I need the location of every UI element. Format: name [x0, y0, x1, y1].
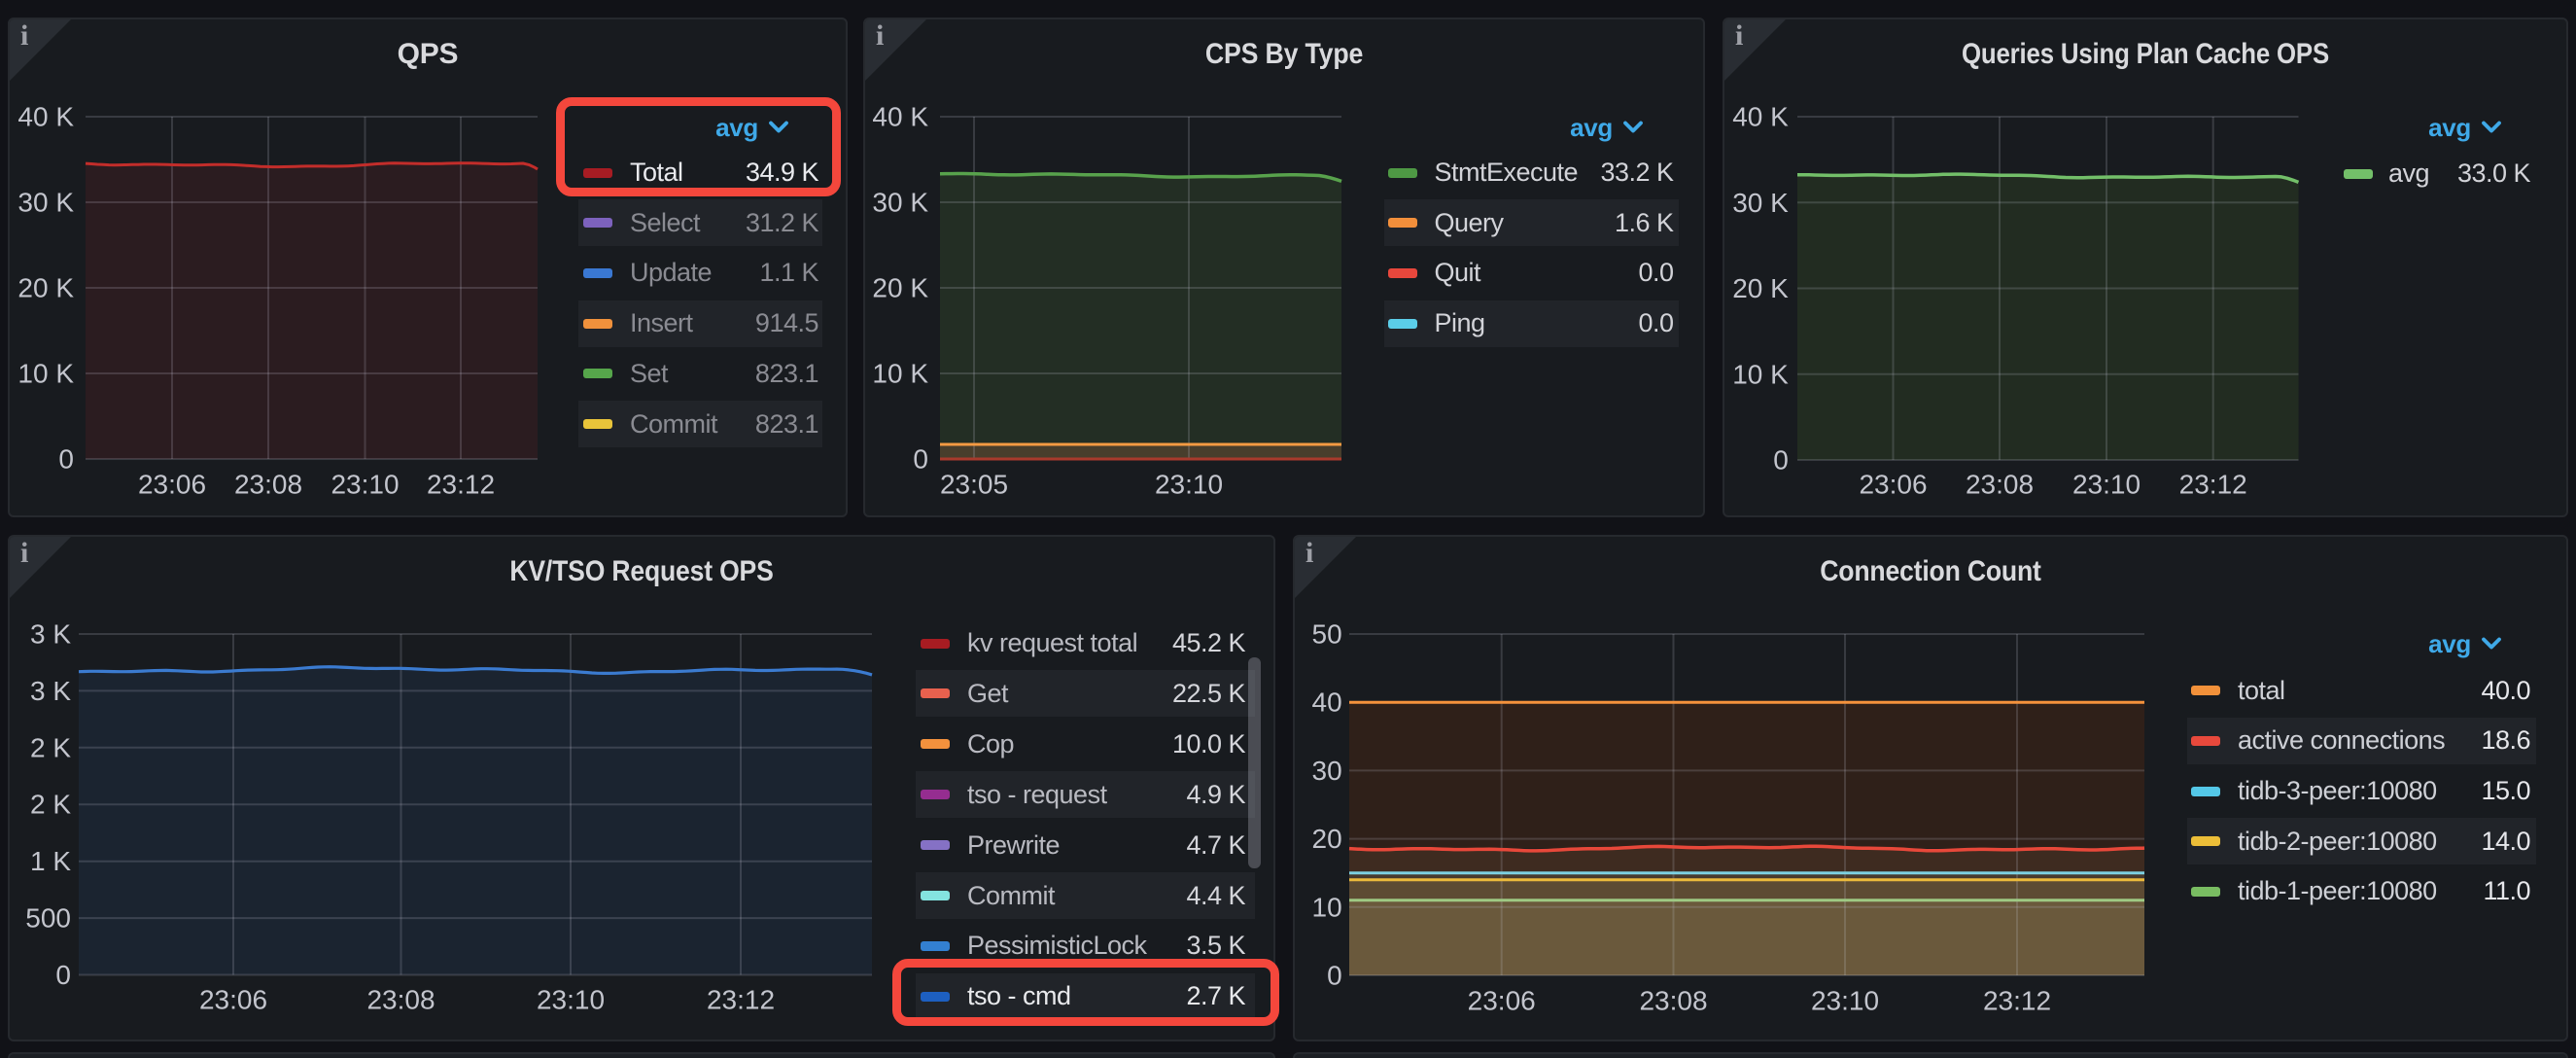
svg-text:30: 30	[1312, 756, 1342, 786]
svg-text:23:10: 23:10	[2072, 470, 2141, 500]
svg-text:23:08: 23:08	[234, 470, 302, 500]
svg-text:0: 0	[58, 444, 74, 475]
svg-text:30 K: 30 K	[1732, 188, 1789, 218]
svg-text:10 K: 10 K	[17, 359, 74, 389]
svg-text:3 K: 3 K	[30, 619, 71, 650]
svg-text:23:06: 23:06	[1859, 470, 1927, 500]
svg-text:23:10: 23:10	[331, 470, 399, 500]
svg-text:40 K: 40 K	[1732, 102, 1789, 132]
svg-text:10: 10	[1312, 892, 1342, 922]
svg-text:3 K: 3 K	[30, 676, 71, 706]
svg-text:0: 0	[1327, 961, 1342, 991]
svg-text:23:08: 23:08	[366, 985, 435, 1015]
svg-text:30 K: 30 K	[17, 188, 74, 218]
svg-text:10 K: 10 K	[1732, 359, 1789, 389]
svg-text:23:12: 23:12	[427, 470, 495, 500]
svg-text:23:08: 23:08	[1639, 986, 1707, 1016]
svg-text:23:12: 23:12	[2179, 470, 2247, 500]
svg-text:50: 50	[1312, 619, 1342, 650]
svg-text:23:12: 23:12	[1983, 986, 2051, 1016]
svg-text:2 K: 2 K	[30, 790, 71, 820]
svg-text:23:06: 23:06	[138, 470, 206, 500]
svg-text:30 K: 30 K	[872, 188, 928, 218]
svg-text:23:10: 23:10	[1155, 470, 1223, 500]
svg-text:23:05: 23:05	[940, 470, 1008, 500]
svg-text:0: 0	[1773, 445, 1789, 476]
svg-text:23:10: 23:10	[1811, 986, 1879, 1016]
svg-text:2 K: 2 K	[30, 732, 71, 762]
svg-text:0: 0	[913, 444, 928, 475]
svg-text:23:08: 23:08	[1966, 470, 2034, 500]
svg-text:40 K: 40 K	[872, 102, 928, 132]
svg-text:20 K: 20 K	[872, 273, 928, 303]
svg-text:500: 500	[25, 903, 71, 934]
svg-text:23:10: 23:10	[537, 985, 605, 1015]
svg-text:40 K: 40 K	[17, 102, 74, 132]
svg-text:23:06: 23:06	[199, 985, 267, 1015]
svg-text:0: 0	[55, 960, 71, 990]
svg-text:23:06: 23:06	[1468, 986, 1536, 1016]
svg-text:10 K: 10 K	[872, 359, 928, 389]
svg-text:20: 20	[1312, 824, 1342, 854]
svg-text:20 K: 20 K	[17, 273, 74, 303]
svg-text:40: 40	[1312, 688, 1342, 718]
svg-text:23:12: 23:12	[707, 985, 775, 1015]
svg-text:1 K: 1 K	[30, 846, 71, 876]
svg-text:20 K: 20 K	[1732, 273, 1789, 303]
